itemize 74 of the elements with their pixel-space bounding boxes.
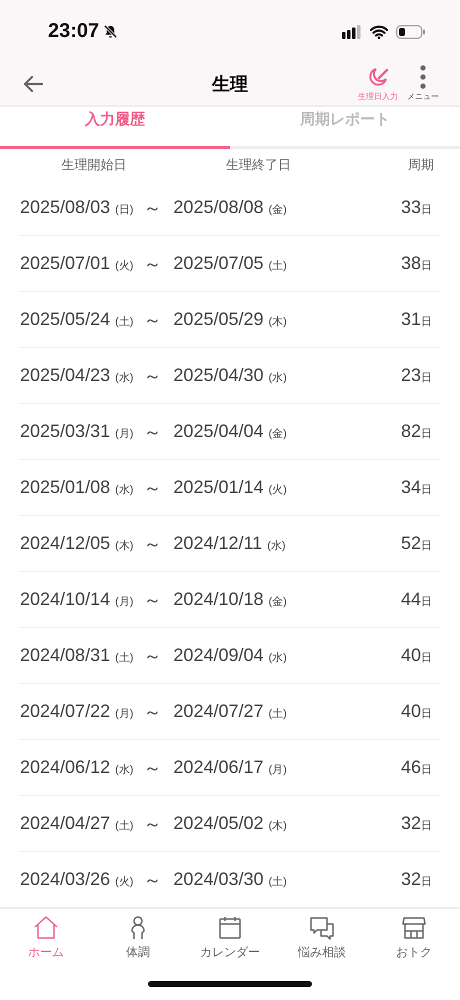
menu-button[interactable]: メニュー [404,65,442,102]
battery-icon [396,24,426,39]
cycle-length: 34日 [400,477,432,498]
range-tilde: ～ [143,196,162,220]
cycle-length: 44日 [400,589,432,610]
start-date: 2024/06/12 (水) [20,757,134,778]
start-date: 2025/04/23 (水) [20,365,134,386]
start-date: 2024/08/31 (土) [20,645,134,666]
end-date: 2024/12/11 (水) [173,533,286,554]
start-date: 2025/07/01 (火) [20,253,134,274]
start-date: 2024/03/26 (火) [20,869,134,890]
end-date: 2024/10/18 (金) [173,589,287,610]
column-header: 生理終了日 [225,156,292,174]
range-tilde: ～ [143,364,162,388]
cycle-length: 32日 [400,869,432,890]
start-date: 2024/07/22 (月) [20,701,134,722]
bottom-nav-item[interactable]: 悩み相談 [276,915,368,968]
end-date: 2024/06/17 (月) [173,757,287,778]
bottom-nav-item[interactable]: ホーム [0,915,92,968]
cycle-length: 40日 [400,645,432,666]
tab[interactable]: 入力履歴 [0,106,230,150]
cycle-length: 40日 [400,701,432,722]
range-tilde: ～ [143,420,162,444]
range-tilde: ～ [143,476,162,500]
column-header: 周期 [408,156,434,174]
start-date: 2024/04/27 (土) [20,813,134,834]
cycle-length: 32日 [400,813,432,834]
calendar-icon [217,915,243,942]
end-date: 2025/07/05 (土) [173,253,287,274]
bottom-nav-item[interactable]: 体調 [92,915,184,968]
cycle-length: 52日 [400,533,432,554]
range-tilde: ～ [143,532,162,556]
home-icon [33,915,59,942]
period-entry-button[interactable]: 生理日入力 [358,65,398,102]
status-time: 23:07 [48,20,100,44]
shop-icon [401,915,427,942]
range-tilde: ～ [143,252,162,276]
end-date: 2024/03/30 (土) [173,869,287,890]
column-header: 生理開始日 [60,156,128,174]
end-date: 2025/05/29 (木) [173,309,287,330]
cycle-length: 31日 [400,309,432,330]
cycle-length: 46日 [400,757,432,778]
range-tilde: ～ [143,588,162,612]
range-tilde: ～ [143,756,162,780]
start-date: 2025/03/31 (月) [20,421,134,442]
cycle-length: 23日 [400,365,432,386]
signal-icon [342,24,362,39]
bottom-nav-item[interactable]: カレンダー [184,915,276,968]
cycle-length: 82日 [400,421,432,442]
start-date: 2025/05/24 (土) [20,309,134,330]
cycle-length: 33日 [400,197,432,218]
start-date: 2024/10/14 (月) [20,589,134,610]
start-date: 2024/12/05 (木) [20,533,134,554]
range-tilde: ～ [143,308,162,332]
start-date: 2025/08/03 (日) [20,197,134,218]
end-date: 2025/04/30 (水) [173,365,287,386]
range-tilde: ～ [143,700,162,724]
end-date: 2024/07/27 (土) [173,701,287,722]
end-date: 2025/01/14 (火) [173,477,287,498]
menu-icon [420,65,426,90]
back-arrow-icon[interactable] [22,74,44,93]
wifi-icon [370,24,388,39]
range-tilde: ～ [143,644,162,668]
end-date: 2025/04/04 (金) [173,421,287,442]
bottom-nav-item[interactable]: おトク [368,915,460,968]
chat-icon [309,915,335,942]
page-title: 生理 [212,72,248,96]
end-date: 2024/09/04 (水) [173,645,287,666]
range-tilde: ～ [143,868,162,892]
end-date: 2025/08/08 (金) [173,197,287,218]
cycle-length: 38日 [400,253,432,274]
range-tilde: ～ [143,812,162,836]
start-date: 2025/01/08 (水) [20,477,134,498]
end-date: 2024/05/02 (木) [173,813,287,834]
